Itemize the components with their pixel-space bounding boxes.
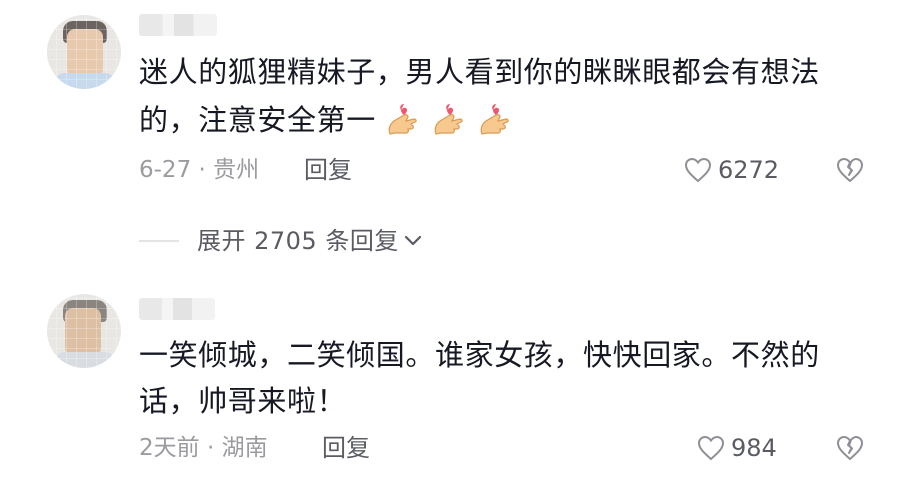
comment-meta: 2天前 · 湖南 [139,435,268,461]
broken-heart-icon [837,436,863,460]
reply-button[interactable]: 回复 [322,433,370,463]
comment-text-line: 话，帅哥来啦！ [139,384,347,418]
finger-heart-emoji [388,104,417,135]
heart-outline-icon [697,435,725,461]
expand-replies-button[interactable]: 展开 2705 条回复 [139,226,423,256]
heart-outline-icon [684,157,712,183]
finger-heart-emoji [434,104,463,135]
comment-text-line2: 的，注意安全第一 [139,103,376,137]
avatar[interactable] [47,294,121,368]
comment-text-line: 迷人的狐狸精妹子，男人看到你的眯眯眼都会有想法 [139,55,820,89]
like-count: 984 [731,434,777,462]
comment-meta: 6-27 · 贵州 [139,157,260,183]
username-blurred[interactable] [139,298,215,320]
reply-button[interactable]: 回复 [304,155,352,185]
username-blurred[interactable] [139,14,217,36]
comment-text-line: 一笑倾城，二笑倾国。谁家女孩，快快回家。不然的 [139,338,820,372]
dislike-button[interactable] [836,435,864,461]
like-button[interactable]: 984 [697,433,777,463]
comment-text-line: 的，注意安全第一 [139,96,514,144]
expand-replies-label: 展开 2705 条回复 [197,227,399,255]
like-count: 6272 [718,156,780,184]
avatar[interactable] [47,15,121,89]
dislike-button[interactable] [836,157,864,183]
finger-heart-emoji [480,104,509,135]
divider-line [139,240,179,242]
chevron-down-icon [404,235,421,246]
like-button[interactable]: 6272 [684,155,779,185]
broken-heart-icon [837,158,863,182]
